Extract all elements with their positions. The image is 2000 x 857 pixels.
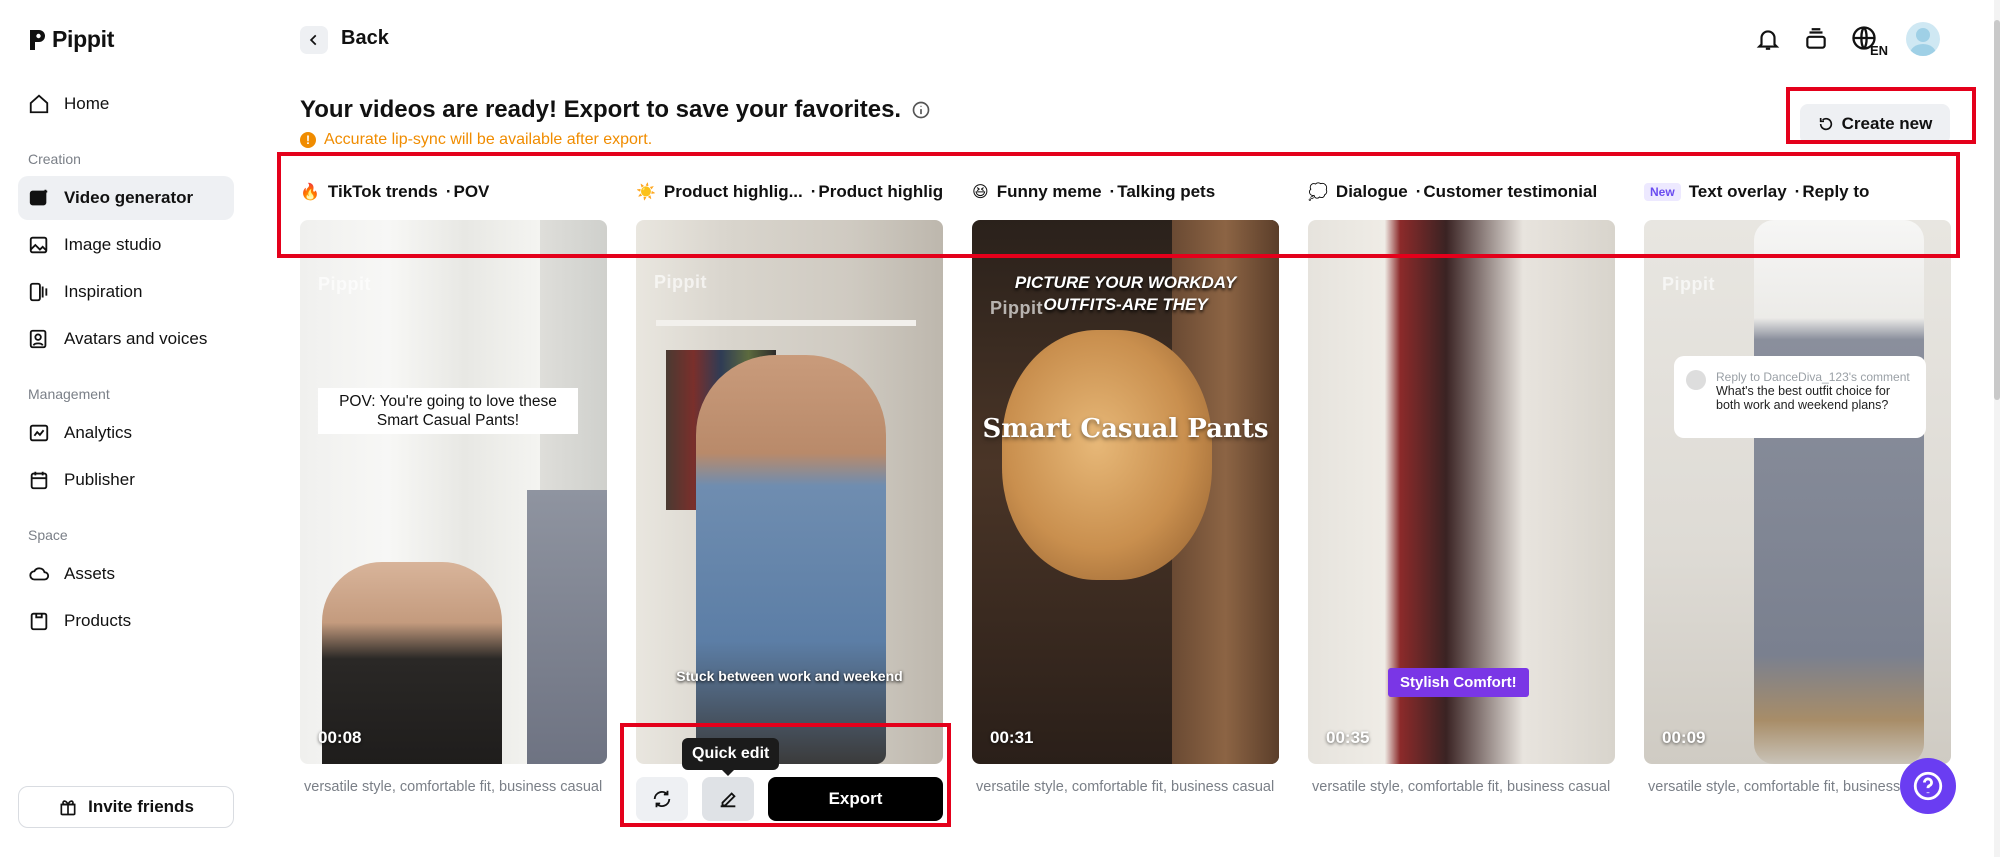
back-label[interactable]: Back (341, 27, 389, 50)
sidebar-item-label: Video generator (64, 188, 194, 207)
page-title-text: Your videos are ready! Export to save yo… (300, 96, 902, 123)
help-button[interactable] (1900, 758, 1956, 814)
video-thumbnail[interactable]: Pippit Reply to DanceDiva_123's comment … (1644, 220, 1951, 764)
overlay-caption: Stylish Comfort! (1388, 668, 1529, 697)
product-box-icon (30, 612, 48, 631)
chevron-left-icon (309, 34, 317, 46)
video-thumbnail[interactable]: Pippit Stuck between work and weekend (636, 220, 943, 764)
video-duration: 00:09 (1662, 728, 1706, 747)
bell-icon[interactable] (1754, 25, 1782, 53)
app-name: Pippit (52, 26, 115, 52)
watermark: Pippit (990, 298, 1043, 318)
analytics-icon (29, 424, 49, 442)
video-thumbnail[interactable]: Pippit POV: You're going to love these S… (300, 220, 607, 764)
pants-backdrop (527, 490, 607, 764)
section-label-management: Management (28, 386, 110, 402)
video-thumbnail[interactable]: PICTURE YOUR WORKDAY OUTFITS-ARE THEY Pi… (972, 220, 1279, 764)
model-figure (1754, 220, 1924, 764)
language-code: EN (1869, 43, 1888, 58)
scrollbar[interactable] (1994, 0, 2000, 857)
scrollbar-thumb[interactable] (1994, 20, 2000, 400)
sidebar-item-inspiration[interactable]: Inspiration (18, 270, 234, 314)
home-icon (29, 94, 49, 114)
highlight-card-headers (277, 152, 1960, 258)
highlight-card-actions (620, 723, 951, 827)
comment-reply-to: Reply to DanceDiva_123's comment (1716, 370, 1910, 384)
cloud-icon (29, 567, 50, 581)
highlight-create-new (1786, 87, 1976, 144)
overlay-caption-middle: Smart Casual Pants (982, 414, 1269, 444)
overlay-caption: POV: You're going to love these Smart Ca… (318, 388, 578, 434)
sidebar-item-publisher[interactable]: Publisher (18, 458, 234, 502)
warning-icon: ! (300, 132, 316, 148)
watermark: Pippit (318, 274, 371, 294)
video-caption: versatile style, comfortable fit, busine… (1312, 779, 1611, 795)
video-caption: versatile style, comfortable fit, busine… (976, 779, 1275, 795)
top-toolbar: EN (1754, 22, 1940, 58)
video-thumbnail[interactable]: Stylish Comfort! 00:35 (1308, 220, 1615, 764)
inspiration-icon (29, 282, 48, 302)
invite-friends-button[interactable]: Invite friends (18, 786, 234, 828)
pippit-logo-icon (30, 29, 45, 50)
watermark: Pippit (1662, 274, 1715, 294)
commenter-avatar (1686, 370, 1706, 390)
calendar-icon (30, 471, 48, 490)
logo[interactable]: Pippit (28, 26, 114, 53)
presenter-figure (696, 355, 886, 764)
sidebar-item-assets[interactable]: Assets (18, 552, 234, 596)
sidebar-item-products[interactable]: Products (18, 599, 234, 643)
language-selector[interactable]: EN (1850, 24, 1888, 58)
sidebar-item-label: Publisher (64, 470, 135, 489)
page-title: Your videos are ready! Export to save yo… (300, 96, 931, 124)
sidebar-item-label: Products (64, 611, 132, 630)
sidebar-item-label: Inspiration (64, 282, 143, 301)
watermark: Pippit (654, 272, 707, 292)
question-icon (1913, 771, 1943, 801)
sidebar-item-label: Image studio (64, 235, 162, 254)
section-label-creation: Creation (28, 151, 81, 167)
avatar[interactable] (1906, 22, 1940, 56)
comment-reply-bubble: Reply to DanceDiva_123's comment What's … (1674, 356, 1926, 438)
dog-figure (1002, 330, 1212, 580)
section-label-space: Space (28, 527, 68, 543)
avatar-voice-icon (29, 329, 47, 349)
invite-friends-label: Invite friends (88, 797, 194, 816)
sidebar-item-video-generator[interactable]: Video generator (18, 176, 234, 220)
video-generator-icon (29, 189, 48, 206)
sidebar-item-avatars-and-voices[interactable]: Avatars and voices (18, 317, 234, 361)
overlay-caption: Stuck between work and weekend (676, 668, 903, 684)
video-duration: 00:08 (318, 728, 362, 747)
sidebar: Pippit Home Creation Video generator Ima… (0, 0, 250, 857)
stack-icon[interactable] (1802, 25, 1830, 53)
video-duration: 00:35 (1326, 728, 1370, 747)
gift-icon (60, 800, 76, 816)
video-caption: versatile style, comfortable fit, busine… (304, 779, 603, 795)
sidebar-item-analytics[interactable]: Analytics (18, 411, 234, 455)
image-studio-icon (29, 236, 48, 254)
back-button[interactable] (300, 26, 328, 54)
sidebar-item-home[interactable]: Home (18, 82, 234, 126)
warning-text: Accurate lip-sync will be available afte… (324, 131, 653, 148)
sidebar-item-label: Avatars and voices (64, 329, 208, 348)
sidebar-item-label: Home (64, 94, 110, 113)
shelf (656, 320, 916, 326)
lip-sync-warning: ! Accurate lip-sync will be available af… (300, 131, 652, 149)
comment-question: What's the best outfit choice for both w… (1716, 384, 1890, 412)
info-icon[interactable] (911, 100, 931, 120)
sidebar-item-label: Analytics (64, 423, 133, 442)
video-duration: 00:31 (990, 728, 1034, 747)
sidebar-item-label: Assets (64, 564, 116, 583)
sidebar-item-image-studio[interactable]: Image studio (18, 223, 234, 267)
presenter-figure (1368, 320, 1568, 764)
